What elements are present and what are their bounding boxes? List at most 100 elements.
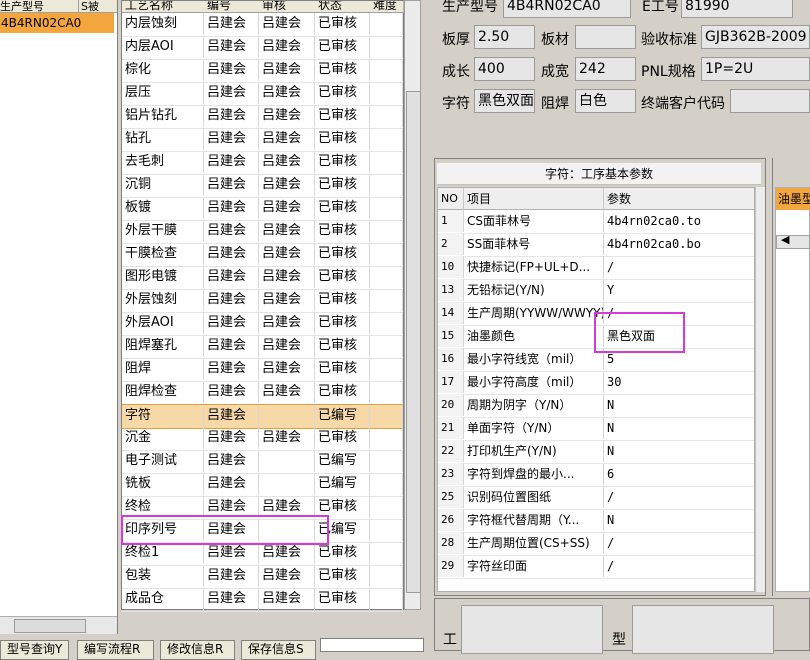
- length-field[interactable]: 400: [474, 57, 535, 81]
- process-row[interactable]: 内层蚀刻 吕建会 吕建会 已审核: [122, 13, 403, 37]
- model-query-button[interactable]: 型号查询Y: [0, 640, 69, 660]
- model-field[interactable]: 4B4RN02CA0: [503, 0, 631, 18]
- thickness-field[interactable]: 2.50: [474, 25, 535, 49]
- param-row[interactable]: 17 最小字符高度（mil） 30: [438, 371, 754, 395]
- scroll-thumb[interactable]: [14, 619, 86, 633]
- header-s[interactable]: S被: [78, 0, 99, 12]
- param-grid[interactable]: NO 项目 参数 1 CS面菲林号 4b4rn02ca0.to 2 SS面菲林号 4b4r…: [437, 187, 755, 592]
- process-row[interactable]: 钻孔 吕建会 吕建会 已审核: [122, 128, 403, 152]
- process-row[interactable]: 内层AOI 吕建会 吕建会 已审核: [122, 36, 403, 60]
- process-row[interactable]: 包装 吕建会 吕建会 已审核: [122, 565, 403, 589]
- pnl-field[interactable]: 1P=2U: [701, 57, 810, 81]
- param-no-cell: 28: [438, 532, 464, 554]
- param-value-cell[interactable]: N: [604, 440, 754, 462]
- scroll-thumb[interactable]: [406, 91, 421, 593]
- highlight-box: [594, 312, 685, 353]
- process-row[interactable]: 图形电镀 吕建会 吕建会 已审核: [122, 266, 403, 290]
- param-grid-vscrollbar[interactable]: [755, 187, 765, 592]
- process-row[interactable]: 外层蚀刻 吕建会 吕建会 已审核: [122, 289, 403, 313]
- param-row[interactable]: 10 快捷标记(FP+UL+D... /: [438, 256, 754, 280]
- param-col-value[interactable]: 参数: [604, 188, 754, 210]
- product-list-hscrollbar[interactable]: [0, 616, 117, 634]
- param-item-cell: 字符到焊盘的最小...: [464, 463, 604, 485]
- eng-no-field[interactable]: 81990: [681, 0, 793, 18]
- modify-info-button[interactable]: 修改信息R: [160, 640, 235, 660]
- process-row[interactable]: 铝片钻孔 吕建会 吕建会 已审核: [122, 105, 403, 129]
- param-value-cell[interactable]: 4b4rn02ca0.bo: [604, 233, 754, 255]
- param-col-item[interactable]: 项目: [464, 188, 604, 210]
- process-row[interactable]: 棕化 吕建会 吕建会 已审核: [122, 59, 403, 83]
- col-header-code[interactable]: 编号: [204, 1, 260, 13]
- status-field[interactable]: [320, 638, 424, 652]
- param-row[interactable]: 21 单面字符（Y/N） N: [438, 417, 754, 441]
- process-difficulty-cell: [370, 36, 403, 58]
- save-info-button[interactable]: 保存信息S: [241, 640, 316, 660]
- param-row[interactable]: 1 CS面菲林号 4b4rn02ca0.to: [438, 210, 754, 234]
- param-row[interactable]: 2 SS面菲林号 4b4rn02ca0.bo: [438, 233, 754, 257]
- header-model[interactable]: 生产型号: [0, 0, 44, 12]
- process-row[interactable]: 沉铜 吕建会 吕建会 已审核: [122, 174, 403, 198]
- side-grid-header[interactable]: 油墨型: [776, 188, 810, 210]
- product-list-item-selected[interactable]: 4B4RN02CA0: [0, 13, 114, 33]
- process-name-cell: 成品仓: [122, 588, 204, 610]
- process-row[interactable]: 干膜检查 吕建会 吕建会 已审核: [122, 243, 403, 267]
- process-reviewer-cell: 吕建会: [259, 36, 315, 58]
- param-value-cell[interactable]: Y: [604, 279, 754, 301]
- mask-field[interactable]: 白色: [575, 89, 636, 113]
- param-no-cell: 14: [438, 302, 464, 324]
- standard-field[interactable]: GJB362B-2009: [701, 25, 810, 49]
- material-field[interactable]: [575, 25, 636, 49]
- width-field[interactable]: 242: [575, 57, 636, 81]
- param-row[interactable]: 20 周期为阴字（Y/N） N: [438, 394, 754, 418]
- process-row[interactable]: 外层AOI 吕建会 吕建会 已审核: [122, 312, 403, 336]
- param-value-cell[interactable]: /: [604, 555, 754, 577]
- process-row[interactable]: 字符 吕建会 已编写: [122, 404, 403, 429]
- param-value-cell[interactable]: /: [604, 486, 754, 508]
- process-row[interactable]: 外层干膜 吕建会 吕建会 已审核: [122, 220, 403, 244]
- col-header-status[interactable]: 状态: [315, 1, 371, 13]
- customer-field[interactable]: [730, 89, 810, 113]
- param-value-cell[interactable]: N: [604, 417, 754, 439]
- param-value-cell[interactable]: 6: [604, 463, 754, 485]
- process-row[interactable]: 去毛刺 吕建会 吕建会 已审核: [122, 151, 403, 175]
- param-row[interactable]: 25 识别码位置图纸 /: [438, 486, 754, 510]
- process-row[interactable]: 铣板 吕建会 已编写: [122, 473, 403, 497]
- char-field[interactable]: 黑色双面: [474, 89, 535, 113]
- param-row[interactable]: 13 无铅标记(Y/N) Y: [438, 279, 754, 303]
- param-col-no[interactable]: NO: [438, 188, 464, 210]
- bottom-field-2[interactable]: [632, 605, 774, 654]
- edit-flow-button[interactable]: 编写流程R: [77, 640, 154, 660]
- param-row[interactable]: 22 打印机生产(Y/N) N: [438, 440, 754, 464]
- side-scroll-arrow[interactable]: ◀: [776, 233, 810, 249]
- process-code-cell: 吕建会: [204, 266, 259, 288]
- param-row[interactable]: 26 字符框代替周期（Y... N: [438, 509, 754, 533]
- product-list[interactable]: 生产型号 S被 4B4RN02CA0: [0, 0, 118, 634]
- process-row[interactable]: 板镀 吕建会 吕建会 已审核: [122, 197, 403, 221]
- process-list-vscrollbar[interactable]: [404, 0, 421, 610]
- process-row[interactable]: 层压 吕建会 吕建会 已审核: [122, 82, 403, 106]
- process-row[interactable]: 阻焊塞孔 吕建会 吕建会 已审核: [122, 335, 403, 359]
- param-value-cell[interactable]: /: [604, 532, 754, 554]
- process-status-cell: 已审核: [315, 197, 370, 219]
- param-value-cell[interactable]: N: [604, 509, 754, 531]
- process-reviewer-cell: 吕建会: [259, 13, 315, 35]
- col-header-name[interactable]: 工艺名称: [122, 1, 205, 13]
- process-row[interactable]: 成品仓 吕建会 吕建会 已审核: [122, 588, 403, 612]
- process-code-cell: 吕建会: [204, 220, 259, 242]
- param-value-cell[interactable]: 30: [604, 371, 754, 393]
- process-row[interactable]: 终检1 吕建会 吕建会 已审核: [122, 542, 403, 566]
- col-header-reviewer[interactable]: 审核: [259, 1, 316, 13]
- param-value-cell[interactable]: /: [604, 256, 754, 278]
- bottom-field-1[interactable]: [461, 605, 603, 654]
- process-row[interactable]: 沉金 吕建会 吕建会 已审核: [122, 427, 403, 451]
- param-no-cell: 26: [438, 509, 464, 531]
- process-row[interactable]: 阻焊检查 吕建会 吕建会 已审核: [122, 381, 403, 405]
- param-row[interactable]: 23 字符到焊盘的最小... 6: [438, 463, 754, 487]
- param-value-cell[interactable]: N: [604, 394, 754, 416]
- process-row[interactable]: 电子测试 吕建会 已编写: [122, 450, 403, 474]
- param-row[interactable]: 28 生产周期位置(CS+SS) /: [438, 532, 754, 556]
- process-row[interactable]: 阻焊 吕建会 吕建会 已审核: [122, 358, 403, 382]
- param-value-cell[interactable]: 4b4rn02ca0.to: [604, 210, 754, 232]
- param-row[interactable]: 29 字符丝印面 /: [438, 555, 754, 579]
- col-header-difficulty[interactable]: 难度: [370, 1, 404, 13]
